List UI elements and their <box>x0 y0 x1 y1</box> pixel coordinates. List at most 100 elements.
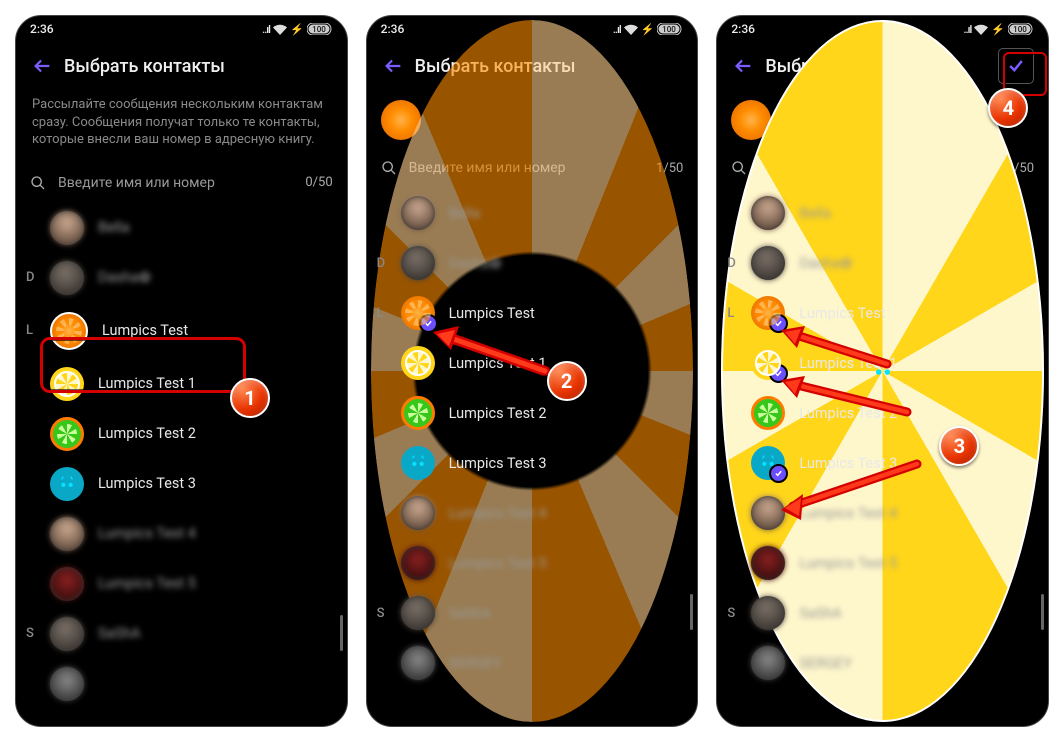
contact-row[interactable]: SERGEY <box>367 638 698 688</box>
status-icons: ..ıl ⚡ 100 <box>262 23 333 36</box>
contact-avatar <box>751 446 785 480</box>
contact-row[interactable]: D Dasha✿ <box>367 238 698 288</box>
contact-row[interactable]: Lumpics Test 4 <box>367 488 698 538</box>
contact-name: Lumpics Test 4 <box>449 505 547 522</box>
contact-row[interactable]: Bella <box>717 188 1048 238</box>
contact-row[interactable]: Lumpics Test 2 <box>717 388 1048 438</box>
contact-name: SaShA <box>449 605 492 622</box>
signal-icon: ..ıl <box>613 23 621 36</box>
contact-name: Lumpics Test <box>799 305 885 322</box>
contact-avatar <box>401 496 435 530</box>
contact-row[interactable]: Lumpics Test 1 <box>717 338 1048 388</box>
contact-avatar <box>751 296 785 330</box>
contact-avatar <box>751 346 785 380</box>
selected-check-icon <box>419 314 438 333</box>
contact-row[interactable]: S SaShA <box>367 588 698 638</box>
contact-name: Lumpics Test 3 <box>98 475 196 492</box>
contact-row[interactable]: Lumpics Test 5 <box>717 538 1048 588</box>
section-letter: L <box>26 323 33 338</box>
scroll-indicator <box>1041 594 1044 630</box>
contact-name: Lumpics Test 2 <box>799 405 897 422</box>
contact-list[interactable]: Bella D Dasha✿ L Lumpics Test Lumpics Te… <box>717 188 1048 688</box>
contact-row[interactable]: Bella <box>367 188 698 238</box>
contact-name: SaShA <box>799 605 842 622</box>
contact-name: SERGEY <box>799 655 852 672</box>
contact-row-lumpics[interactable]: L Lumpics Test <box>16 303 347 359</box>
contact-row[interactable]: Lumpics Test 2 <box>16 409 347 459</box>
selected-chip[interactable] <box>381 100 421 140</box>
contact-avatar <box>50 312 88 350</box>
contact-name: Lumpics Test 5 <box>449 555 547 572</box>
contact-row[interactable]: Lumpics Test 1 <box>16 359 347 409</box>
vibrate-icon: ⚡ <box>641 23 655 36</box>
contact-row[interactable]: D Dasha✿ <box>717 238 1048 288</box>
contact-name: SaShA <box>98 625 141 642</box>
contact-avatar <box>401 246 435 280</box>
broadcast-info-text: Рассылайте сообщения нескольким контакта… <box>16 90 347 163</box>
contact-row[interactable]: Lumpics Test 1 <box>367 338 698 388</box>
contact-row[interactable]: Lumpics Test 3 <box>367 438 698 488</box>
vibrate-icon: ⚡ <box>290 23 304 36</box>
contact-name: SERGEY <box>449 655 502 672</box>
back-button[interactable] <box>24 48 60 84</box>
contact-avatar <box>401 346 435 380</box>
section-letter: D <box>727 256 736 271</box>
wifi-icon <box>624 24 638 35</box>
contact-name: Lumpics Test 5 <box>799 555 897 572</box>
search-icon <box>30 175 46 191</box>
contact-avatar <box>401 646 435 680</box>
contact-row[interactable]: S SaShA <box>717 588 1048 638</box>
contact-avatar <box>50 667 84 701</box>
section-letter: L <box>377 306 384 321</box>
contact-row[interactable]: Lumpics Test 4 <box>16 509 347 559</box>
contact-row[interactable] <box>16 659 347 709</box>
robot-face-icon <box>50 467 84 501</box>
annotation-callout-2: 2 <box>547 361 587 401</box>
contact-avatar <box>50 617 84 651</box>
contact-name: Lumpics Test 1 <box>98 375 196 392</box>
contact-name: Lumpics Test <box>449 305 535 322</box>
selected-chip[interactable] <box>827 100 867 140</box>
contact-avatar <box>50 261 84 295</box>
battery-icon: 100 <box>657 23 683 35</box>
contact-row[interactable]: Lumpics Test 3 <box>717 438 1048 488</box>
contact-list[interactable]: Bella D Dasha✿ L Lumpics Test Lumpics Te… <box>367 188 698 688</box>
contact-avatar <box>751 546 785 580</box>
selected-contacts-chips <box>367 90 698 148</box>
contact-row[interactable]: Lumpics Test 2 <box>367 388 698 438</box>
contact-row[interactable]: SERGEY <box>717 638 1048 688</box>
contact-avatar <box>401 296 435 330</box>
status-icons: ..ıl ⚡ 100 <box>613 23 684 36</box>
contact-row[interactable]: Bella <box>16 203 347 253</box>
contact-row[interactable]: D Dasha✿ <box>16 253 347 303</box>
header-title: Выбрать контакты <box>64 56 339 77</box>
contact-row-lumpics[interactable]: L Lumpics Test <box>717 288 1048 338</box>
contact-row[interactable]: Lumpics Test 5 <box>16 559 347 609</box>
contact-name: Lumpics Test 5 <box>98 575 196 592</box>
contact-row[interactable]: Lumpics Test 3 <box>16 459 347 509</box>
battery-icon: 100 <box>307 23 333 35</box>
contact-avatar <box>50 567 84 601</box>
contact-row[interactable]: Lumpics Test 4 <box>717 488 1048 538</box>
contact-name: Dasha✿ <box>98 269 151 286</box>
selected-check-icon <box>769 464 788 483</box>
contact-row-lumpics[interactable]: L Lumpics Test <box>367 288 698 338</box>
contact-name: Lumpics Test 4 <box>799 505 897 522</box>
contact-avatar <box>401 396 435 430</box>
contact-avatar <box>50 417 84 451</box>
contact-row[interactable]: S SaShA <box>16 609 347 659</box>
contact-row[interactable]: Lumpics Test 5 <box>367 538 698 588</box>
contact-avatar <box>751 196 785 230</box>
search-bar[interactable]: Введите имя или номер 0/50 <box>16 163 347 203</box>
contact-avatar <box>751 396 785 430</box>
contact-avatar <box>751 246 785 280</box>
search-icon <box>381 160 397 176</box>
svg-text:100: 100 <box>663 25 677 34</box>
contact-name: Lumpics Test <box>102 322 188 339</box>
contact-list[interactable]: Bella D Dasha✿ L Lumpics Test Lumpics Te… <box>16 203 347 709</box>
svg-text:100: 100 <box>312 25 326 34</box>
contact-avatar <box>401 196 435 230</box>
back-button[interactable] <box>375 48 411 84</box>
selected-check-icon <box>769 314 788 333</box>
scroll-indicator <box>690 594 693 630</box>
